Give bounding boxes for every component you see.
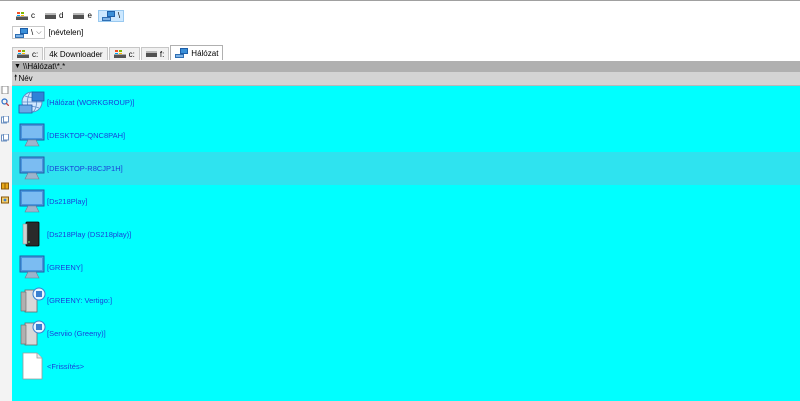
unpack-icon[interactable]	[1, 196, 9, 204]
doc-icon[interactable]	[1, 86, 9, 94]
list-item[interactable]: [DESKTOP-QNC8PAH]	[12, 119, 800, 152]
top-border	[0, 0, 800, 1]
list-item-label: [Hálózat (WORKGROUP)]	[47, 98, 135, 107]
current-path-bar[interactable]: ▼ \\Hálózat\*.*	[12, 61, 800, 72]
network-icon	[101, 11, 115, 21]
network-globe-icon	[18, 88, 46, 116]
column-header-name[interactable]: 🠕 Név	[12, 72, 800, 86]
blank-file-icon	[18, 352, 46, 380]
list-item-label: [DESKTOP-QNC8PAH]	[47, 131, 126, 140]
drive-label: d	[59, 11, 64, 20]
drive-button-e[interactable]: e	[69, 10, 95, 22]
list-item[interactable]: [GREENY]	[12, 251, 800, 284]
list-item[interactable]: <Frissítés>	[12, 350, 800, 383]
drive-dropdown-label: \	[31, 28, 34, 37]
left-toolbar-strip	[0, 86, 12, 401]
tab-label: 4k Downloader	[49, 49, 103, 59]
drive-dropdown[interactable]: \ ⌵	[12, 26, 45, 39]
tab-label: f:	[159, 49, 165, 59]
move-icon[interactable]	[1, 134, 9, 142]
list-item-label: <Frissítés>	[47, 362, 85, 371]
triangle-down-icon: ▼	[14, 63, 21, 70]
list-item-label: [Ds218Play (DS218play)]	[47, 230, 132, 239]
list-item[interactable]: [Hálózat (WORKGROUP)]	[12, 86, 800, 119]
search-icon[interactable]	[1, 98, 9, 106]
drive-button-network[interactable]: \	[97, 10, 125, 22]
drive-icon	[73, 13, 85, 19]
list-item-label: [GREENY]	[47, 263, 83, 272]
list-item-label: [Ds218Play]	[47, 197, 88, 206]
drive-icon	[45, 13, 56, 19]
tab-c-2[interactable]: c:	[108, 47, 140, 60]
current-path: \\Hálózat\*.*	[22, 62, 66, 71]
copy-icon[interactable]	[1, 116, 9, 124]
list-item-label: [DESKTOP-R8CJP1H]	[47, 164, 123, 173]
network-icon	[15, 27, 28, 38]
drive-button-c[interactable]: c	[12, 10, 39, 22]
computer-monitor-icon	[18, 253, 46, 281]
path-row: \ ⌵ [névtelen]	[12, 26, 83, 39]
tab-4k-downloader[interactable]: 4k Downloader	[44, 47, 108, 60]
tab-c[interactable]: c:	[12, 47, 44, 60]
drive-icon	[145, 51, 157, 57]
list-item[interactable]: [Ds218Play (DS218play)]	[12, 218, 800, 251]
chevron-down-icon: ⌵	[36, 28, 42, 36]
volume-name: [névtelen]	[48, 28, 84, 37]
drive-label: c	[31, 11, 35, 20]
drive-button-d[interactable]: d	[41, 10, 67, 22]
network-icon	[175, 48, 189, 58]
tab-network[interactable]: Hálózat	[170, 45, 224, 60]
windows-drive-icon	[16, 12, 28, 20]
windows-drive-icon	[17, 50, 29, 58]
tab-label: Hálózat	[191, 48, 219, 58]
list-item[interactable]: [GREENY: Vertigo:]	[12, 284, 800, 317]
file-list: [Hálózat (WORKGROUP)] [DESKTOP-QNC8PAH] [D…	[12, 86, 800, 401]
column-header-label: Név	[18, 74, 33, 83]
computer-monitor-icon	[18, 154, 46, 182]
computer-monitor-icon	[18, 187, 46, 215]
windows-drive-icon	[113, 50, 126, 58]
media-server-icon	[18, 319, 46, 347]
list-item[interactable]: [Serviio (Greeny)]	[12, 317, 800, 350]
drive-bar: c d e \	[12, 9, 125, 23]
drive-label: \	[117, 11, 121, 20]
computer-monitor-icon	[18, 121, 46, 149]
list-item[interactable]: [DESKTOP-R8CJP1H]	[12, 152, 800, 185]
archive-icon[interactable]	[1, 182, 9, 190]
list-item-label: [Serviio (Greeny)]	[47, 329, 106, 338]
tab-label: c:	[32, 49, 39, 59]
media-server-icon	[18, 286, 46, 314]
sort-arrow-icon: 🠕	[14, 72, 18, 82]
drive-label: e	[87, 11, 92, 20]
tab-f[interactable]: f:	[140, 47, 170, 60]
list-item[interactable]: [Ds218Play]	[12, 185, 800, 218]
nas-server-icon	[18, 220, 46, 248]
list-item-label: [GREENY: Vertigo:]	[47, 296, 113, 305]
tab-label: c:	[128, 49, 135, 59]
folder-tab-bar: c: 4k Downloader c: f: Hálózat	[12, 45, 224, 60]
